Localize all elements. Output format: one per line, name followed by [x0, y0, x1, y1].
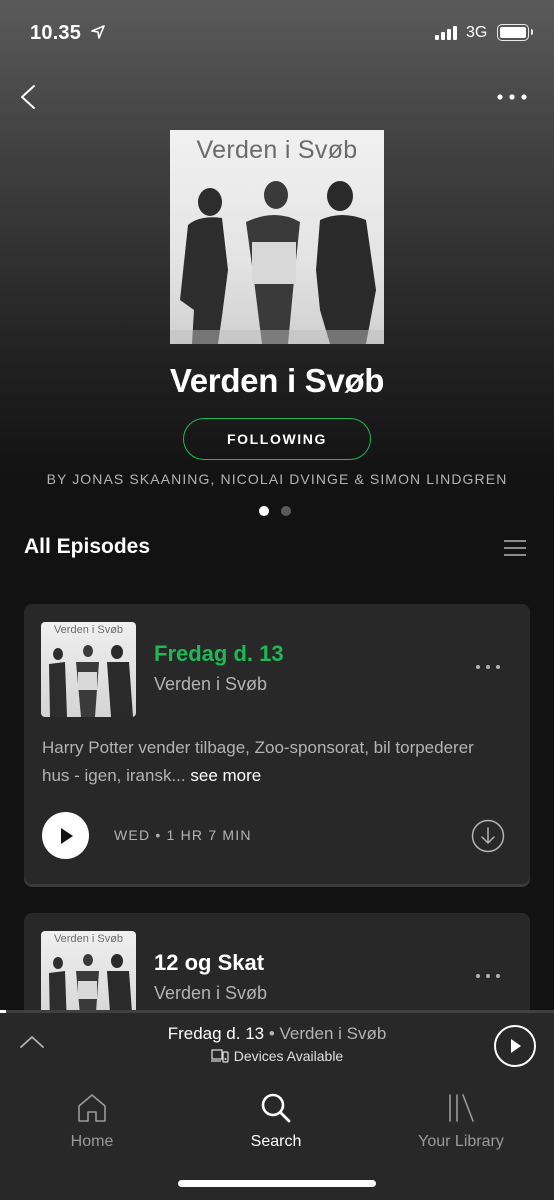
- now-playing-show: Verden i Svøb: [279, 1024, 387, 1043]
- play-icon: [511, 1039, 521, 1053]
- page-dot-1[interactable]: [259, 506, 269, 516]
- all-episodes-heading: All Episodes: [24, 535, 151, 558]
- episode-date-duration: WED • 1 HR 7 MIN: [114, 827, 252, 843]
- play-icon: [60, 827, 73, 844]
- podcast-title: Verden i Svøb: [169, 362, 385, 399]
- episode-thumbnail: Verden i Svøb: [41, 622, 136, 717]
- search-icon: [261, 1093, 291, 1123]
- playback-progress-bar[interactable]: [0, 1010, 554, 1013]
- tab-search[interactable]: Search: [201, 1091, 351, 1151]
- episode-title[interactable]: 12 og Skat: [154, 950, 264, 976]
- cover-photo-people: [170, 181, 384, 344]
- podcast-page: 10.35 3G Verden i Svøb Verden i Svøb FOL…: [0, 0, 554, 1200]
- now-playing-episode: Fredag d. 13: [167, 1024, 265, 1043]
- page-indicator[interactable]: [259, 506, 291, 516]
- tab-your-library-label: Your Library: [418, 1133, 504, 1150]
- now-playing-separator: •: [264, 1024, 280, 1043]
- page-dot-2[interactable]: [281, 506, 291, 516]
- thumbnail-photo-people: [49, 645, 133, 717]
- library-icon: [449, 1094, 474, 1122]
- episode-card[interactable]: Verden i Svøb Fredag d. 13 Verden i Svøb…: [24, 604, 530, 884]
- location-arrow-icon: [91, 25, 105, 39]
- episode-description: Harry Potter vender tilbage, Zoo-sponsor…: [42, 734, 482, 790]
- following-button[interactable]: FOLLOWING: [183, 418, 371, 460]
- devices-icon: [210, 1049, 229, 1063]
- tab-search-label: Search: [250, 1133, 302, 1150]
- tab-your-library[interactable]: Your Library: [386, 1091, 536, 1151]
- episode-title[interactable]: Fredag d. 13: [154, 641, 284, 667]
- back-button[interactable]: [14, 82, 44, 112]
- episode-more-button[interactable]: [474, 660, 502, 674]
- tab-home-label: Home: [70, 1133, 114, 1150]
- devices-available[interactable]: Devices Available: [0, 1048, 554, 1064]
- signal-strength-icon: [435, 26, 457, 40]
- filter-menu-icon[interactable]: [504, 539, 526, 557]
- play-episode-button[interactable]: [42, 812, 89, 859]
- episode-show-name: Verden i Svøb: [154, 983, 268, 1003]
- network-type: 3G: [466, 24, 488, 41]
- status-bar: 10.35 3G: [0, 0, 554, 66]
- episode-more-button[interactable]: [474, 969, 502, 983]
- now-playing-play-button[interactable]: [494, 1025, 536, 1067]
- see-more-link[interactable]: see more: [190, 766, 261, 785]
- status-time: 10.35: [30, 22, 82, 44]
- playback-progress-fill: [0, 1010, 6, 1013]
- more-options-button[interactable]: [494, 85, 530, 109]
- podcast-cover-art: Verden i Svøb: [170, 130, 384, 344]
- now-playing-bar[interactable]: Fredag d. 13 • Verden i Svøb Devices Ava…: [0, 1010, 554, 1077]
- tab-home[interactable]: Home: [17, 1091, 167, 1151]
- now-playing-title: Fredag d. 13 • Verden i Svøb: [0, 1024, 554, 1044]
- episode-show-name: Verden i Svøb: [154, 674, 268, 694]
- home-icon: [78, 1094, 106, 1122]
- devices-available-label: Devices Available: [233, 1048, 344, 1064]
- home-indicator[interactable]: [178, 1180, 376, 1187]
- download-icon[interactable]: [471, 819, 505, 853]
- battery-icon: [497, 24, 533, 41]
- podcast-authors: BY JONAS SKAANING, NICOLAI DVINGE & SIMO…: [46, 471, 508, 487]
